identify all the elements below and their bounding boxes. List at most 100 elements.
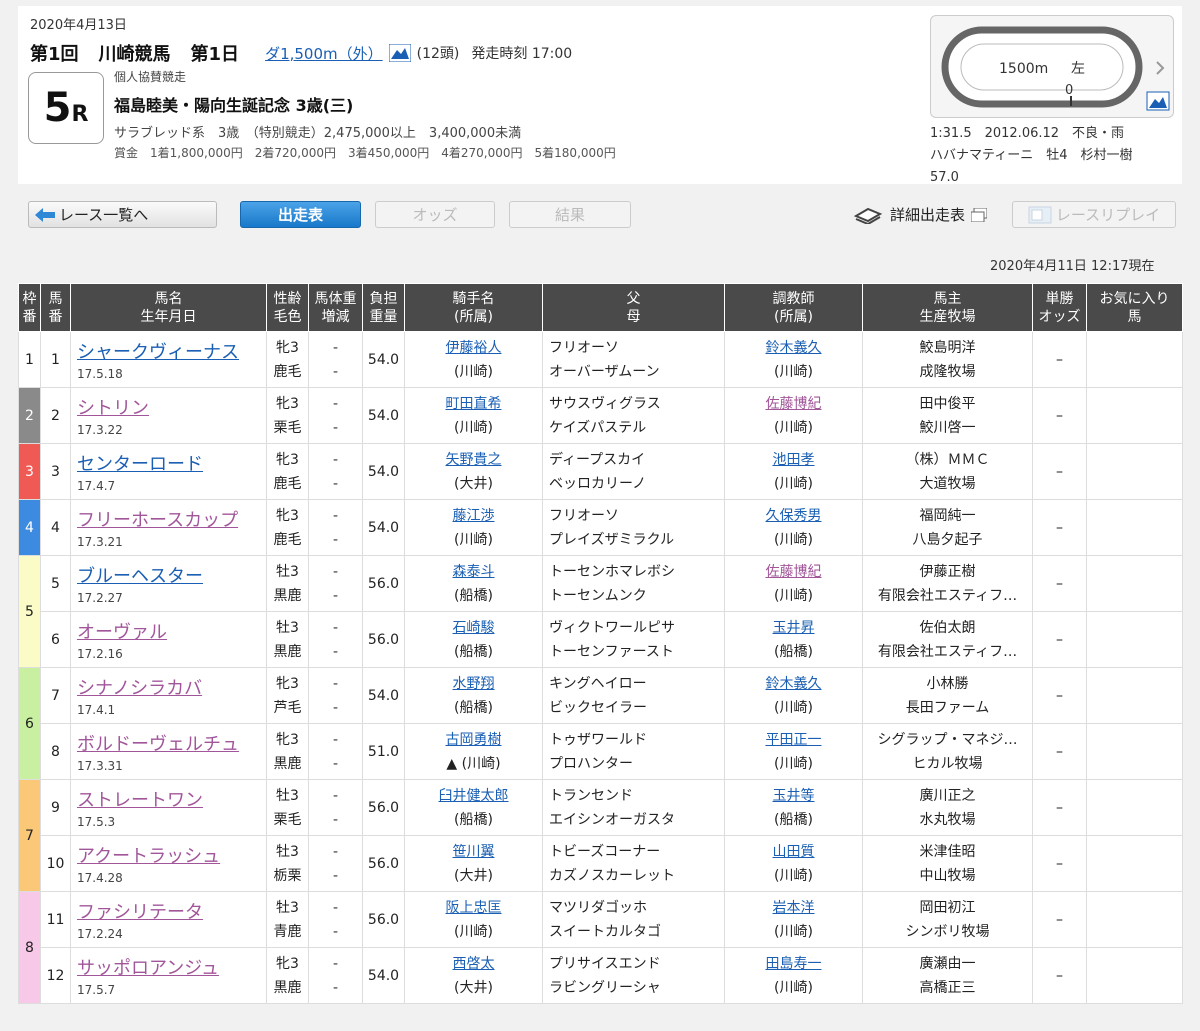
horse-name-link[interactable]: サッポロアンジュ (77, 958, 219, 979)
win-odds: – (1032, 611, 1087, 668)
tab-results[interactable]: 結果 (509, 201, 631, 228)
win-odds: – (1032, 555, 1087, 612)
horse-cell: ストレートワン 17.5.3 (70, 779, 267, 836)
trainer-link[interactable]: 池田孝 (773, 452, 815, 468)
jockey-link[interactable]: 森泰斗 (453, 564, 495, 580)
jockey-cell: 矢野貴之 (大井) (404, 443, 543, 500)
waku-cell: 8 (18, 891, 41, 1004)
favorite-cell[interactable] (1086, 387, 1183, 444)
favorite-cell[interactable] (1086, 779, 1183, 836)
birth-date: 17.2.24 (77, 927, 123, 941)
course-diagram[interactable]: 1500m 左 0 (930, 15, 1174, 118)
trainer-cell: 玉井等 (船橋) (724, 779, 863, 836)
favorite-cell[interactable] (1086, 499, 1183, 556)
table-row: 2 2 シトリン 17.3.22 牝3 栗毛 - -54.0 町田直希 (川崎) サウスヴィグラスケ… (18, 387, 1183, 444)
trainer-link[interactable]: 山田質 (773, 844, 815, 860)
course-record: 1:31.5 2012.06.12 不良・雨 ハバナマティーニ 牡4 杉村一樹 … (930, 126, 1133, 185)
table-row: 7 9 ストレートワン 17.5.3 牡3 栗毛 - -56.0 臼井健太郎 (船橋) トランセンド… (18, 779, 1183, 892)
horse-name-link[interactable]: ストレートワン (77, 790, 203, 811)
win-odds: – (1032, 779, 1087, 836)
as-of-timestamp: 2020年4月11日 12:17現在 (990, 259, 1155, 274)
meeting-day: 第1日 (190, 44, 240, 65)
jockey-link[interactable]: 藤江渉 (453, 508, 495, 524)
course-map-icon[interactable] (388, 43, 412, 63)
favorite-cell[interactable] (1086, 331, 1183, 388)
horse-name-link[interactable]: ブルーヘスター (77, 566, 203, 587)
jockey-link[interactable]: 臼井健太郎 (439, 788, 509, 804)
jockey-link[interactable]: 伊藤裕人 (446, 340, 502, 356)
jockey-link[interactable]: 阪上忠匡 (446, 900, 502, 916)
sex-age-cell: 牝3 鹿毛 (266, 499, 309, 556)
jockey-link[interactable]: 笹川翼 (453, 844, 495, 860)
win-odds: – (1032, 387, 1087, 444)
trainer-cell: 佐藤博紀 (川崎) (724, 387, 863, 444)
sex-age-cell: 牝3 栗毛 (266, 387, 309, 444)
trainer-cell: 佐藤博紀 (川崎) (724, 555, 863, 612)
trainer-link[interactable]: 玉井昇 (773, 620, 815, 636)
tab-odds[interactable]: オッズ (375, 201, 495, 228)
jockey-link[interactable]: 石崎駿 (453, 620, 495, 636)
horse-name-link[interactable]: ファシリテータ (77, 902, 203, 923)
horse-name-link[interactable]: ボルドーヴェルチュ (77, 734, 239, 755)
jockey-link[interactable]: 水野翔 (453, 676, 495, 692)
tab-entries[interactable]: 出走表 (240, 201, 361, 228)
trainer-link[interactable]: 久保秀男 (766, 508, 822, 524)
favorite-cell[interactable] (1086, 611, 1183, 668)
owner-cell: シグラップ・マネジ… ヒカル牧場 (862, 723, 1033, 780)
runner-count: (12頭) (416, 46, 460, 62)
jockey-link[interactable]: 古岡勇樹 (446, 732, 502, 748)
horse-number: 5 (40, 555, 71, 612)
back-to-race-list-button[interactable]: レース一覧へ (28, 201, 217, 228)
trainer-link[interactable]: 岩本洋 (773, 900, 815, 916)
horse-name-link[interactable]: シャークヴィーナス (77, 342, 239, 363)
favorite-cell[interactable] (1086, 947, 1183, 1004)
trainer-link[interactable]: 佐藤博紀 (766, 564, 822, 580)
pedigree-cell: ディープスカイ ベッロカリーノ (542, 443, 725, 500)
owner-cell: 伊藤正樹 有限会社エスティフ… (862, 555, 1033, 612)
body-weight-cell: -- (308, 835, 363, 892)
trainer-link[interactable]: 平田正一 (766, 732, 822, 748)
owner-cell: 佐伯太朗 有限会社エスティフ… (862, 611, 1033, 668)
jockey-link[interactable]: 矢野貴之 (446, 452, 502, 468)
horse-name-link[interactable]: シナノシラカバ (77, 678, 202, 699)
horse-cell: オーヴァル 17.2.16 (70, 611, 267, 668)
favorite-cell[interactable] (1086, 443, 1183, 500)
jockey-link[interactable]: 西啓太 (453, 956, 495, 972)
horse-name-link[interactable]: シトリン (77, 398, 149, 419)
trainer-link[interactable]: 鈴木義久 (766, 340, 822, 356)
owner-cell: （株）ＭＭＣ 大道牧場 (862, 443, 1033, 500)
owner-cell: 田中俊平 鮫川啓一 (862, 387, 1033, 444)
favorite-cell[interactable] (1086, 667, 1183, 724)
horse-name-link[interactable]: フリーホースカップ (77, 510, 238, 531)
trainer-link[interactable]: 佐藤博紀 (766, 396, 822, 412)
horse-cell: フリーホースカップ 17.3.21 (70, 499, 267, 556)
detail-entries-button[interactable]: 詳細出走表 (840, 201, 1001, 228)
birth-date: 17.3.22 (77, 423, 123, 437)
trainer-cell: 久保秀男 (川崎) (724, 499, 863, 556)
trainer-link[interactable]: 鈴木義久 (766, 676, 822, 692)
burden-weight: 56.0 (362, 611, 405, 668)
horse-name-link[interactable]: オーヴァル (77, 622, 167, 643)
trainer-link[interactable]: 玉井等 (773, 788, 815, 804)
sex-age-cell: 牡3 栗毛 (266, 779, 309, 836)
distance-link[interactable]: ダ1,500m（外） (265, 43, 383, 64)
favorite-cell[interactable] (1086, 555, 1183, 612)
col-jockey: 騎手名 (所属) (404, 283, 543, 332)
favorite-cell[interactable] (1086, 723, 1183, 780)
favorite-cell[interactable] (1086, 891, 1183, 948)
birth-date: 17.5.7 (77, 983, 116, 997)
jockey-cell: 古岡勇樹 ▲ (川崎) (404, 723, 543, 780)
burden-weight: 54.0 (362, 667, 405, 724)
sex-age-cell: 牝3 芦毛 (266, 667, 309, 724)
trainer-link[interactable]: 田島寿一 (766, 956, 822, 972)
meeting-kai: 第1回 (30, 44, 79, 65)
trainer-cell: 山田質 (川崎) (724, 835, 863, 892)
favorite-cell[interactable] (1086, 835, 1183, 892)
horse-cell: サッポロアンジュ 17.5.7 (70, 947, 267, 1004)
horse-number: 12 (40, 947, 71, 1004)
jockey-link[interactable]: 町田直希 (446, 396, 502, 412)
jockey-cell: 町田直希 (川崎) (404, 387, 543, 444)
race-replay-button[interactable]: レースリプレイ (1012, 201, 1176, 228)
horse-name-link[interactable]: アクートラッシュ (77, 846, 220, 867)
horse-name-link[interactable]: センターロード (77, 454, 203, 475)
